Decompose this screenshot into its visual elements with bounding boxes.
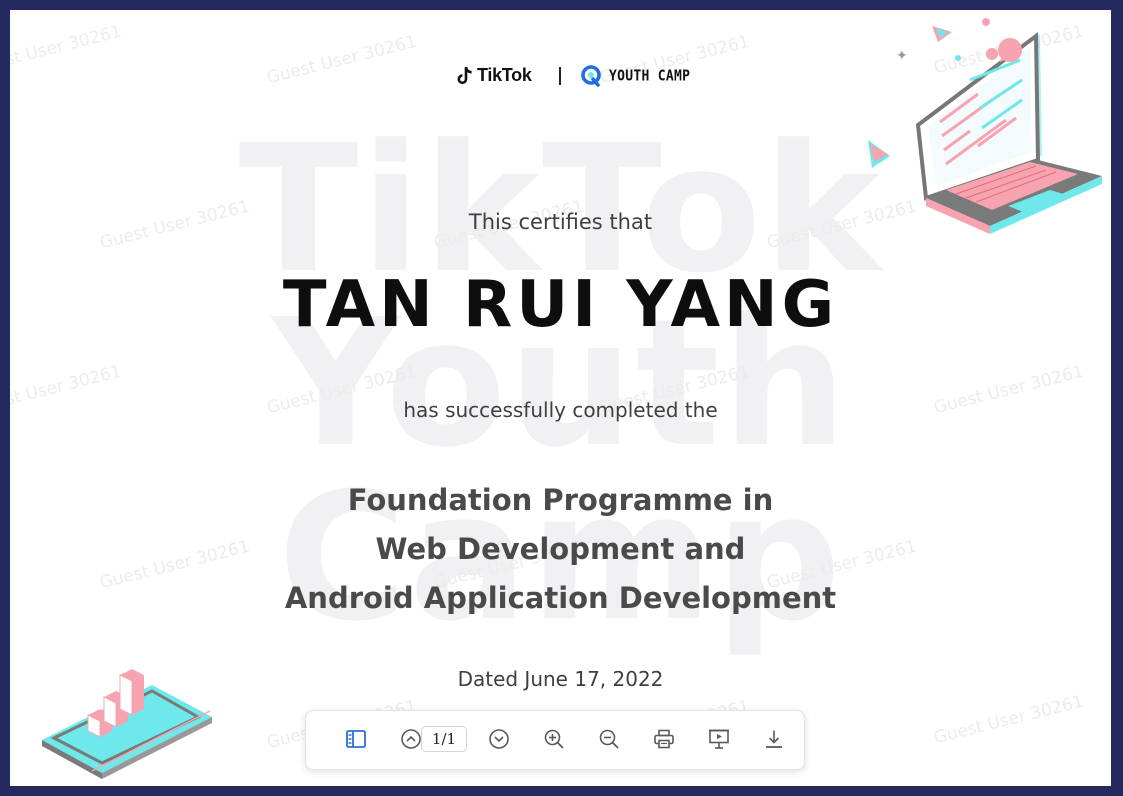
tiktok-wordmark: TikTok bbox=[477, 65, 532, 85]
zoom-in-button[interactable] bbox=[540, 725, 568, 753]
laptop-illustration: ✦ bbox=[868, 18, 1102, 234]
chevron-down-icon bbox=[489, 729, 509, 749]
sidebar-icon bbox=[346, 730, 366, 748]
certificate-page: TikTok Youth Camp Guest User 30261 Guest… bbox=[10, 10, 1111, 786]
youth-camp-wordmark: YOUTH CAMP bbox=[609, 67, 691, 85]
phone-chart-illustration bbox=[42, 669, 212, 779]
chevron-up-icon bbox=[401, 729, 421, 749]
toggle-sidebar-button[interactable] bbox=[342, 725, 370, 753]
youth-camp-logo: YOUTH CAMP bbox=[581, 65, 690, 87]
presentation-mode-button[interactable] bbox=[705, 725, 733, 753]
programme-title: Foundation Programme in Web Development … bbox=[10, 476, 1111, 623]
youth-camp-emblem-icon bbox=[581, 65, 601, 87]
zoom-in-icon bbox=[544, 729, 564, 749]
download-button[interactable] bbox=[760, 725, 788, 753]
user-watermark: Guest User 30261 bbox=[931, 691, 1086, 749]
zoom-out-icon bbox=[599, 729, 619, 749]
viewer-toolbar: 1/1 bbox=[305, 710, 805, 770]
svg-text:✦: ✦ bbox=[896, 48, 908, 64]
programme-line: Foundation Programme in bbox=[347, 483, 774, 517]
page-indicator[interactable]: 1/1 bbox=[421, 726, 467, 752]
print-button[interactable] bbox=[650, 725, 678, 753]
tiktok-note-icon bbox=[457, 66, 472, 84]
print-icon bbox=[654, 729, 674, 749]
present-icon bbox=[709, 729, 729, 749]
next-page-button[interactable] bbox=[485, 725, 513, 753]
completed-text: has successfully completed the bbox=[403, 398, 718, 422]
tiktok-logo: TikTok bbox=[457, 65, 532, 86]
programme-line: Android Application Development bbox=[284, 581, 837, 615]
zoom-out-button[interactable] bbox=[595, 725, 623, 753]
download-icon bbox=[766, 730, 782, 748]
programme-line: Web Development and bbox=[375, 532, 746, 566]
recipient-name: TAN RUI YANG bbox=[282, 268, 839, 342]
header-divider bbox=[559, 67, 561, 85]
